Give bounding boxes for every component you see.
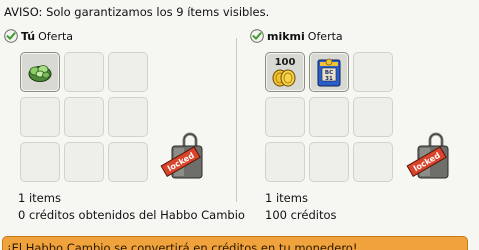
trade-notice: AVISO: Solo garantizamos los 9 ítems vis… [4, 5, 270, 19]
lock-icon: locked [406, 132, 449, 179]
partner-credits-detail: 100 créditos [265, 208, 337, 222]
item-slot-empty[interactable] [353, 52, 393, 92]
item-slot-empty[interactable] [108, 142, 148, 182]
item-slot-empty[interactable] [265, 142, 305, 182]
svg-text:31: 31 [325, 76, 333, 82]
item-slot-empty[interactable] [20, 142, 60, 182]
partner-item-grid: 100 BC 31 [265, 52, 393, 182]
item-slot-empty[interactable] [64, 142, 104, 182]
item-slot-empty[interactable] [20, 97, 60, 137]
item-slot-empty[interactable] [108, 52, 148, 92]
own-user-name: Tú [21, 29, 36, 43]
partner-offer-panel: mikmi Oferta 100 BC 31 locked 1 items 10… [246, 28, 476, 228]
own-offer-panel: Tú Oferta locked 1 items 0 créditos obte… [0, 28, 245, 228]
item-slot-empty[interactable] [265, 97, 305, 137]
item-slot-empty[interactable] [309, 142, 349, 182]
item-slot-empty[interactable] [64, 97, 104, 137]
partner-offer-label: Oferta [307, 29, 343, 43]
own-credits-detail: 0 créditos obtenidos del Habbo Cambio [18, 208, 245, 222]
check-icon [4, 29, 18, 43]
item-slot-empty[interactable] [108, 97, 148, 137]
own-offer-label: Oferta [38, 29, 74, 43]
check-icon [250, 29, 264, 43]
item-slot-empty[interactable] [353, 142, 393, 182]
item-slot-empty[interactable] [64, 52, 104, 92]
own-item-grid [20, 52, 148, 182]
exchange-banner: ¡El Habbo Cambio se convertirá en crédit… [2, 236, 468, 250]
coin-value: 100 [275, 57, 296, 68]
partner-user-name: mikmi [267, 29, 305, 43]
item-slot-bc-box[interactable]: BC 31 [309, 52, 349, 92]
item-slot-empty[interactable] [353, 97, 393, 137]
trade-window: AVISO: Solo garantizamos los 9 ítems vis… [0, 0, 479, 250]
item-slot-empty[interactable] [309, 97, 349, 137]
credit-coins-icon: 100 [272, 57, 296, 87]
item-slot-credits[interactable]: 100 [265, 52, 305, 92]
partner-offer-header: mikmi Oferta [250, 28, 343, 44]
item-slot-lettuce[interactable] [20, 52, 60, 92]
lock-icon: locked [160, 132, 203, 179]
partner-item-count: 1 items [265, 191, 308, 205]
own-item-count: 1 items [18, 191, 61, 205]
lettuce-icon [28, 65, 52, 82]
panel-divider [236, 38, 237, 202]
own-offer-header: Tú Oferta [4, 28, 73, 44]
bc-box-icon: BC 31 [317, 58, 341, 87]
